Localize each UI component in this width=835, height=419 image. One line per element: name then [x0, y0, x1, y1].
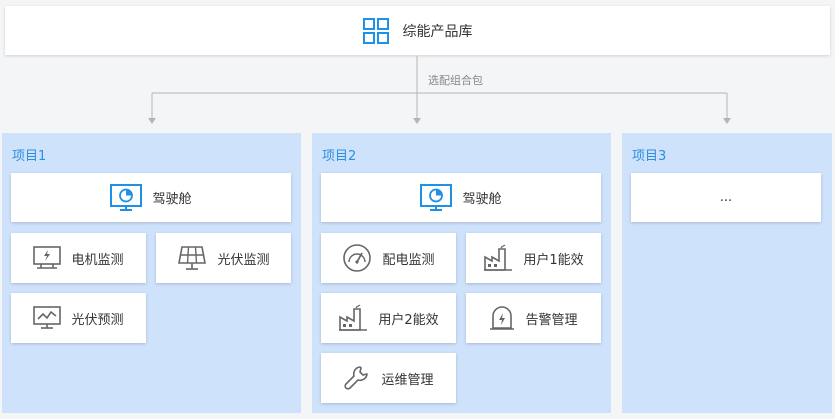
connector-lines — [148, 56, 731, 124]
module-card-motor-monitoring[interactable]: 电机监测 — [11, 233, 146, 283]
wrench-icon — [343, 364, 371, 392]
dashboard-pie-icon — [420, 183, 453, 212]
cockpit-label: 驾驶舱 — [462, 192, 502, 207]
module-card-pv-monitoring[interactable]: 光伏监测 — [156, 233, 291, 283]
arrow-down-icon — [413, 118, 421, 124]
module-card-user1-efficiency[interactable]: 用户1能效 — [466, 233, 601, 283]
monitor-bolt-icon — [33, 246, 62, 270]
module-card-alarm-management[interactable]: 告警管理 — [466, 293, 601, 343]
factory-icon — [483, 244, 513, 272]
project-label: 项目2 — [322, 149, 357, 164]
module-label: 电机监测 — [71, 252, 124, 268]
placeholder-card[interactable]: ... — [631, 173, 821, 222]
module-label: 运维管理 — [381, 372, 434, 388]
connector-label: 选配组合包 — [426, 72, 485, 88]
module-label: 用户2能效 — [378, 312, 439, 328]
solar-panel-icon — [177, 245, 207, 271]
module-card-pv-forecast[interactable]: 光伏预测 — [11, 293, 146, 343]
factory-icon — [338, 304, 368, 332]
arrow-down-icon — [148, 118, 156, 124]
cockpit-card[interactable]: 驾驶舱 — [321, 173, 601, 222]
dashboard-pie-icon — [110, 183, 143, 212]
cockpit-label: 驾驶舱 — [152, 192, 192, 207]
project-panel-2: 项目2 驾驶舱 配电监测 用户1能效 用户2能效 告警管理 运维管理 — [312, 133, 611, 413]
cockpit-card[interactable]: 驾驶舱 — [11, 173, 291, 222]
gauge-icon — [342, 243, 372, 273]
module-card-operations-management[interactable]: 运维管理 — [321, 353, 456, 403]
trend-monitor-icon — [33, 306, 62, 330]
module-label: 配电监测 — [382, 252, 435, 268]
project-panel-3: 项目3 ... — [622, 133, 832, 413]
module-label: 告警管理 — [525, 312, 578, 328]
project-label: 项目3 — [632, 149, 667, 164]
alarm-bolt-icon — [489, 304, 515, 332]
module-label: 光伏监测 — [217, 252, 270, 268]
module-card-distribution-monitoring[interactable]: 配电监测 — [321, 233, 456, 283]
arrow-down-icon — [723, 118, 731, 124]
module-card-user2-efficiency[interactable]: 用户2能效 — [321, 293, 456, 343]
project-panel-1: 项目1 驾驶舱 电机监测 光伏监测 光伏预测 — [2, 133, 301, 413]
module-label: 用户1能效 — [523, 252, 584, 268]
project-label: 项目1 — [12, 149, 47, 164]
module-label: 光伏预测 — [71, 312, 124, 328]
ellipsis-label: ... — [719, 190, 733, 205]
